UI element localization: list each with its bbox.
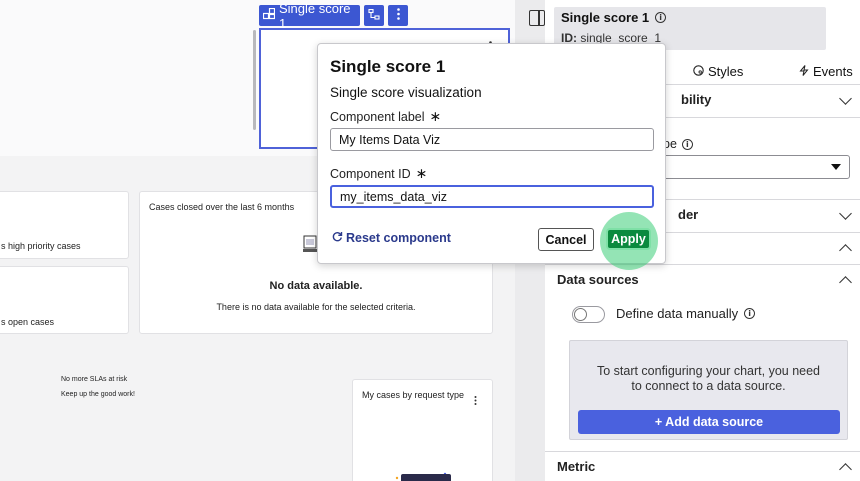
required-icon: ∗ — [415, 165, 428, 181]
required-icon: ∗ — [429, 108, 442, 124]
info-icon[interactable]: i — [681, 138, 693, 150]
reset-component-link[interactable]: Reset component — [332, 231, 451, 245]
chevron-up-icon — [839, 244, 852, 257]
tab-events[interactable]: Events — [799, 64, 853, 79]
chevron-up-icon — [839, 463, 852, 476]
selection-label: Single score 1 — [279, 0, 351, 31]
component-label-label: Component label ∗ — [330, 108, 442, 124]
add-data-source-button[interactable]: + Add data source — [578, 410, 840, 434]
lightning-icon — [799, 64, 809, 79]
collapse-panel-icon[interactable] — [529, 10, 545, 26]
sla-body: Keep up the good work! — [61, 391, 135, 398]
info-icon[interactable]: i — [744, 308, 756, 319]
open-cases-card[interactable]: s open cases — [0, 266, 129, 334]
selection-label-button[interactable]: Single score 1 — [259, 1, 360, 31]
high-priority-card[interactable]: s high priority cases — [0, 191, 129, 259]
palette-icon — [693, 64, 704, 79]
hierarchy-icon — [368, 8, 380, 23]
no-data-body: There is no data available for the selec… — [216, 302, 416, 312]
more-actions-button[interactable] — [388, 5, 408, 26]
panel-title: Single score 1 — [561, 10, 650, 25]
toggle-knob — [574, 308, 587, 321]
apply-button[interactable]: Apply — [606, 228, 651, 250]
component-id-label: Component ID ∗ — [330, 165, 428, 181]
component-label-input[interactable] — [330, 128, 654, 151]
type-select[interactable] — [663, 155, 850, 179]
cases-closed-title: Cases closed over the last 6 months — [149, 202, 295, 212]
popover-title: Single score 1 — [330, 57, 446, 76]
sla-title: No more SLAs at risk — [61, 376, 128, 383]
card-more-icon[interactable] — [474, 392, 477, 410]
type-label: pe i — [663, 137, 693, 151]
no-data-title: No data available. — [269, 280, 363, 292]
request-type-card[interactable]: My cases by request type — [352, 379, 493, 481]
tab-styles[interactable]: Styles — [693, 64, 743, 79]
data-source-empty-state: To start configuring your chart, you nee… — [569, 340, 848, 440]
section-header-title: der — [678, 207, 699, 222]
hierarchy-button[interactable] — [364, 5, 384, 26]
canvas-scrollbar[interactable] — [253, 30, 256, 130]
refresh-icon — [332, 231, 343, 245]
cancel-button[interactable]: Cancel — [538, 228, 594, 251]
define-manually-label: Define data manually i — [616, 306, 756, 321]
section-visibility-title: bility — [681, 92, 712, 107]
empty-state-text: To start configuring your chart, you nee… — [596, 364, 821, 393]
chart-illustration-icon — [393, 468, 453, 481]
popover-subtitle: Single score visualization — [330, 85, 482, 100]
chevron-down-icon — [839, 92, 852, 105]
section-metric[interactable]: Metric — [545, 451, 860, 481]
more-vertical-icon — [396, 8, 400, 23]
component-id-input[interactable] — [330, 185, 654, 208]
open-cases-text: s open cases — [1, 317, 55, 327]
data-sources-title: Data sources — [557, 272, 639, 287]
info-icon[interactable]: i — [655, 12, 667, 23]
high-priority-text: s high priority cases — [1, 241, 81, 251]
define-manually-toggle[interactable] — [572, 306, 605, 323]
no-data-illustration-icon — [303, 235, 317, 258]
widget-type-icon — [262, 7, 276, 23]
request-type-title: My cases by request type — [362, 390, 465, 400]
chevron-up-icon[interactable] — [839, 276, 852, 289]
metric-title: Metric — [557, 459, 596, 474]
chevron-down-icon — [839, 207, 852, 220]
caret-down-icon — [831, 164, 841, 170]
